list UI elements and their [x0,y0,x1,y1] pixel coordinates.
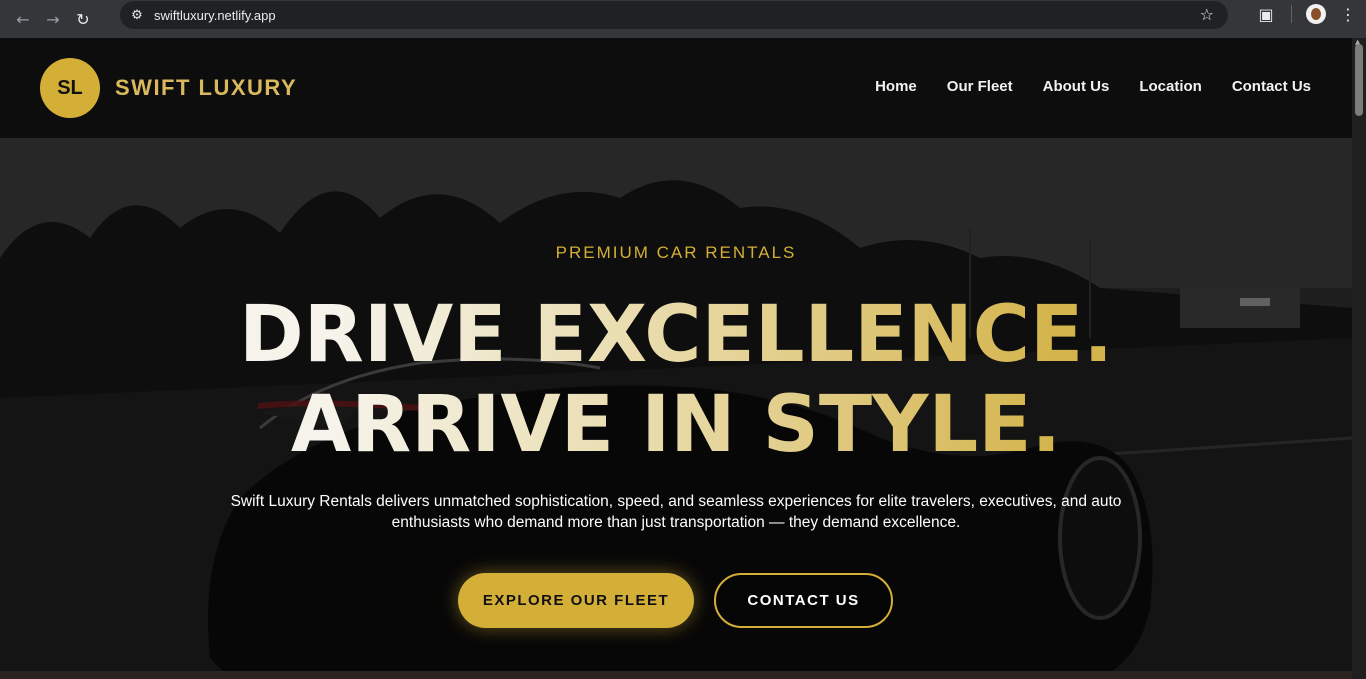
back-arrow-icon[interactable]: ← [8,4,38,34]
nav-link-our-fleet[interactable]: Our Fleet [947,78,1013,95]
next-section-edge [0,671,1352,679]
hero-headline: DRIVE EXCELLENCE. ARRIVE IN STYLE. [0,290,1352,470]
description-line-2: enthusiasts who demand more than just tr… [391,514,961,531]
kebab-menu-icon[interactable]: ⋮ [1340,5,1356,24]
forward-arrow-icon[interactable]: → [38,4,68,34]
nav-link-about-us[interactable]: About Us [1043,78,1110,95]
bookmark-star-icon[interactable]: ☆ [1200,5,1214,24]
url-text[interactable]: swiftluxury.netlify.app [154,8,276,23]
headline-line-2: ARRIVE IN STYLE. [290,380,1062,470]
nav-link-location[interactable]: Location [1139,78,1202,95]
nav-link-contact-us[interactable]: Contact Us [1232,78,1311,95]
hero-section: PREMIUM CAR RENTALS DRIVE EXCELLENCE. AR… [0,138,1352,679]
page-viewport: SL SWIFT LUXURY Home Our Fleet About Us … [0,38,1352,679]
main-nav: Home Our Fleet About Us Location Contact… [875,78,1311,95]
site-header: SL SWIFT LUXURY Home Our Fleet About Us … [0,38,1352,138]
browser-toolbar: ← → ↻ ⚙ swiftluxury.netlify.app ☆ ▣ ⋮ [0,0,1366,38]
scrollbar-thumb[interactable] [1355,44,1363,116]
nav-link-home[interactable]: Home [875,78,917,95]
toolbar-divider [1291,5,1292,23]
brand-name[interactable]: SWIFT LUXURY [115,75,297,101]
hero-description: Swift Luxury Rentals delivers unmatched … [216,491,1136,533]
logo-badge[interactable]: SL [40,58,100,118]
site-settings-icon[interactable]: ⚙ [120,8,154,23]
headline-line-1: DRIVE EXCELLENCE. [239,290,1113,380]
address-bar[interactable]: ⚙ swiftluxury.netlify.app ☆ [120,1,1228,29]
reload-icon[interactable]: ↻ [68,4,98,34]
description-line-1: Swift Luxury Rentals delivers unmatched … [230,493,1122,510]
page-scrollbar[interactable]: ▲ [1352,38,1366,679]
extensions-icon[interactable]: ▣ [1255,5,1277,24]
explore-fleet-button[interactable]: EXPLORE OUR FLEET [458,573,694,628]
contact-us-button[interactable]: CONTACT US [714,573,893,628]
hero-eyebrow: PREMIUM CAR RENTALS [555,243,797,262]
profile-avatar[interactable] [1306,4,1326,24]
